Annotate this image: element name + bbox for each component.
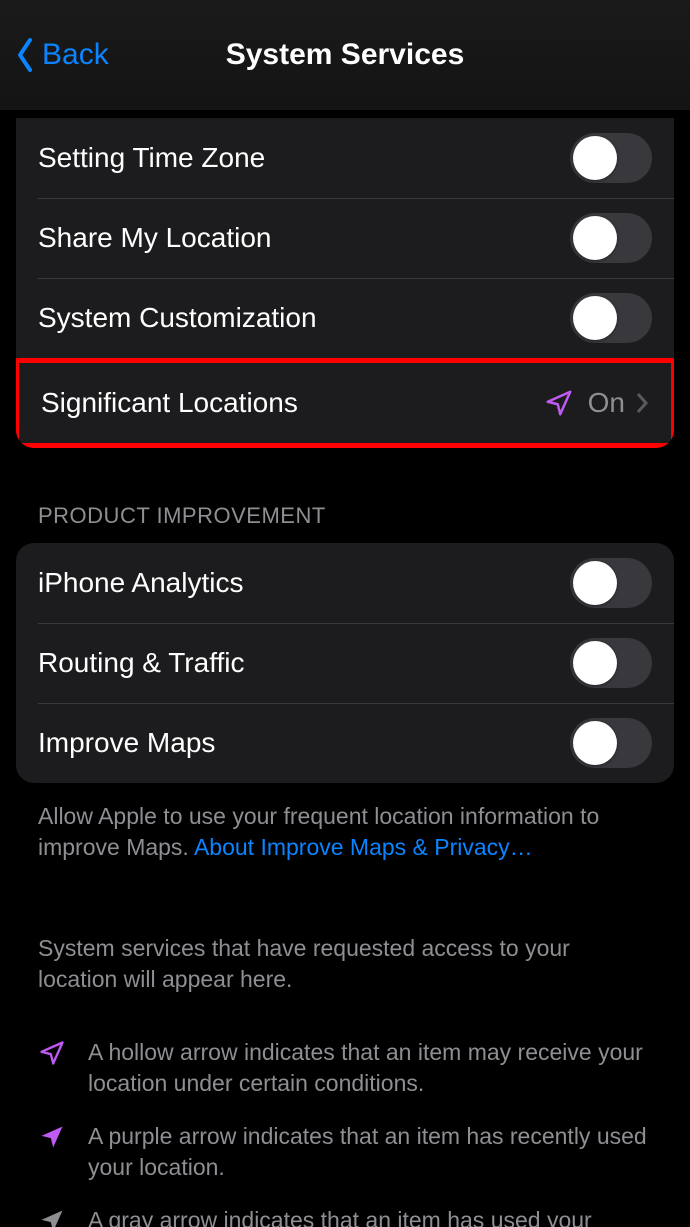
row-share-my-location[interactable]: Share My Location	[16, 198, 674, 278]
legend-row-gray: A gray arrow indicates that an item has …	[38, 1205, 652, 1227]
location-arrow-hollow-icon	[38, 1039, 68, 1075]
location-arrow-purple-icon	[38, 1123, 68, 1159]
row-label: Setting Time Zone	[38, 142, 570, 174]
row-significant-locations[interactable]: Significant Locations On	[19, 363, 671, 443]
toggle-knob	[573, 296, 617, 340]
legend-section: System services that have requested acce…	[16, 863, 674, 1227]
highlight-significant-locations: Significant Locations On	[16, 358, 674, 448]
settings-group-product-improvement: iPhone Analytics Routing & Traffic Impro…	[16, 543, 674, 783]
row-routing-traffic[interactable]: Routing & Traffic	[16, 623, 674, 703]
settings-group-system: Setting Time Zone Share My Location Syst…	[16, 118, 674, 448]
row-label: Routing & Traffic	[38, 647, 570, 679]
legend-text: A purple arrow indicates that an item ha…	[88, 1121, 652, 1183]
row-label: Share My Location	[38, 222, 570, 254]
row-label: System Customization	[38, 302, 570, 334]
nav-bar: Back System Services	[0, 0, 690, 110]
row-label: iPhone Analytics	[38, 567, 570, 599]
back-label: Back	[42, 38, 109, 72]
toggle-iphone-analytics[interactable]	[570, 558, 652, 608]
row-label: Improve Maps	[38, 727, 570, 759]
toggle-knob	[573, 641, 617, 685]
row-system-customization[interactable]: System Customization	[16, 278, 674, 358]
legend-row-hollow: A hollow arrow indicates that an item ma…	[38, 1037, 652, 1099]
legend-row-purple: A purple arrow indicates that an item ha…	[38, 1121, 652, 1183]
row-iphone-analytics[interactable]: iPhone Analytics	[16, 543, 674, 623]
location-arrow-gray-icon	[38, 1207, 68, 1227]
chevron-left-icon	[14, 37, 36, 73]
location-arrow-hollow-icon	[544, 388, 574, 418]
toggle-routing-traffic[interactable]	[570, 638, 652, 688]
footer-improve-maps: Allow Apple to use your frequent locatio…	[16, 783, 674, 863]
toggle-knob	[573, 216, 617, 260]
toggle-share-my-location[interactable]	[570, 213, 652, 263]
row-label: Significant Locations	[41, 387, 544, 419]
row-improve-maps[interactable]: Improve Maps	[16, 703, 674, 783]
page-title: System Services	[226, 38, 465, 72]
legend-intro: System services that have requested acce…	[38, 933, 652, 995]
row-value: On	[588, 387, 625, 419]
toggle-system-customization[interactable]	[570, 293, 652, 343]
toggle-knob	[573, 561, 617, 605]
link-improve-maps-privacy[interactable]: About Improve Maps & Privacy…	[194, 834, 533, 860]
row-setting-time-zone[interactable]: Setting Time Zone	[16, 118, 674, 198]
chevron-right-icon	[635, 391, 649, 415]
toggle-setting-time-zone[interactable]	[570, 133, 652, 183]
toggle-knob	[573, 136, 617, 180]
legend-text: A gray arrow indicates that an item has …	[88, 1205, 652, 1227]
back-button[interactable]: Back	[14, 37, 109, 73]
section-header-product-improvement: PRODUCT IMPROVEMENT	[16, 448, 674, 543]
legend-text: A hollow arrow indicates that an item ma…	[88, 1037, 652, 1099]
toggle-improve-maps[interactable]	[570, 718, 652, 768]
toggle-knob	[573, 721, 617, 765]
